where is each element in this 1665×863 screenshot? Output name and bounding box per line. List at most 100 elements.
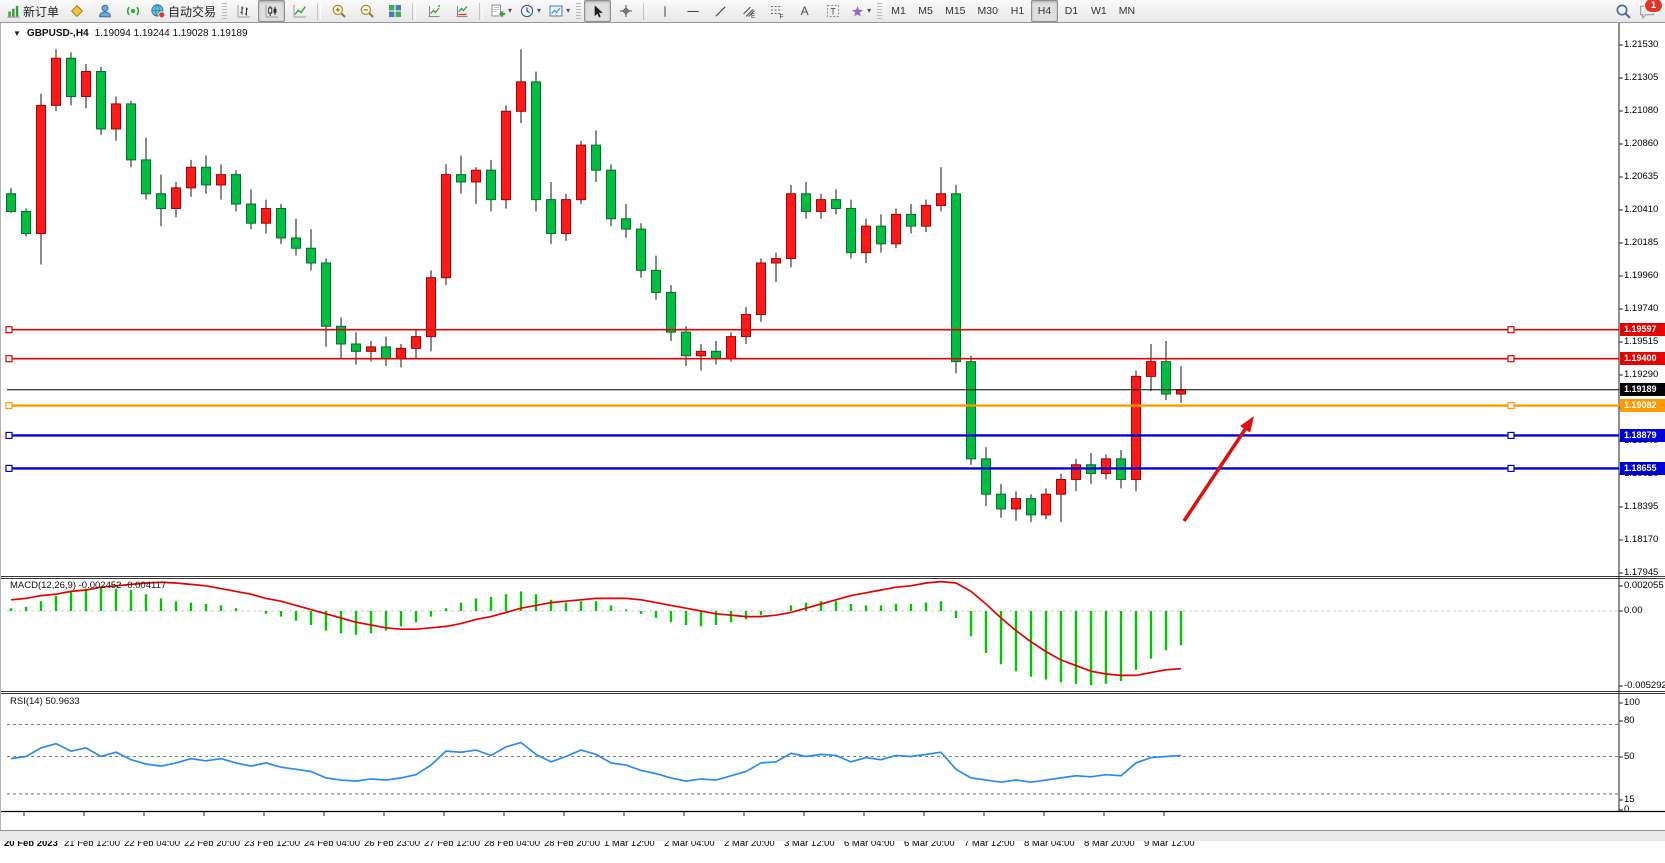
price-badge: 1.19597: [1620, 323, 1665, 336]
notification-badge: 1: [1645, 0, 1662, 12]
price-badge: 1.18655: [1620, 462, 1665, 475]
market-watch-button[interactable]: [63, 0, 90, 22]
bar-chart-button[interactable]: [230, 0, 257, 22]
timeframe-label: D1: [1062, 5, 1081, 17]
toolbar-separator: [643, 3, 647, 20]
text-label-tool-button[interactable]: T: [819, 0, 846, 22]
price-badge: 1.19189: [1620, 383, 1665, 396]
toolbar-separator: [317, 3, 321, 20]
line-chart-button[interactable]: [286, 0, 313, 22]
svg-text:F: F: [779, 14, 783, 20]
chart-symbol-period: GBPUSD-,H4: [27, 28, 89, 39]
trendline-tool-button[interactable]: [707, 0, 734, 22]
timeframe-button-d1[interactable]: D1: [1058, 0, 1085, 22]
profile-button[interactable]: [91, 0, 118, 22]
bar-chart-icon: [236, 3, 252, 19]
price-axis-label: 1.20635: [1624, 171, 1658, 182]
vertical-line-tool-button[interactable]: [651, 0, 678, 22]
main-toolbar: 新订单 自动交易 ▾ ▾: [0, 0, 1665, 23]
chart-window[interactable]: ▼ GBPUSD-,H4 1.19094 1.19244 1.19028 1.1…: [0, 23, 1665, 830]
timeframe-button-mn[interactable]: MN: [1113, 0, 1141, 22]
macd-scale-label: 0.002055: [1624, 580, 1664, 591]
price-badge: 1.19082: [1620, 399, 1665, 412]
signal-icon: [125, 3, 141, 19]
timeframe-label: H4: [1035, 5, 1054, 17]
indicator-subwindow-button[interactable]: [448, 0, 475, 22]
chart-ohlc-values: 1.19094 1.19244 1.19028 1.19189: [95, 28, 248, 39]
timeframe-button-h1[interactable]: H1: [1004, 0, 1031, 22]
tile-windows-button[interactable]: [381, 0, 408, 22]
crosshair-tool-button[interactable]: [612, 0, 639, 22]
timeframe-label: M30: [975, 5, 1001, 17]
signal-button[interactable]: [119, 0, 146, 22]
price-axis-label: 1.21080: [1624, 105, 1658, 116]
chart-title: ▼ GBPUSD-,H4 1.19094 1.19244 1.19028 1.1…: [13, 28, 248, 39]
autotrade-icon: [150, 3, 166, 19]
indicator-window-button[interactable]: [420, 0, 447, 22]
zoom-out-button[interactable]: [353, 0, 380, 22]
horizontal-line-tool-button[interactable]: [679, 0, 706, 22]
new-order-icon: [6, 4, 21, 19]
timeframe-button-m5[interactable]: M5: [912, 0, 939, 22]
price-axis-label: 1.18395: [1624, 501, 1658, 512]
period-clock-button[interactable]: ▾: [516, 0, 544, 22]
chat-button[interactable]: 1: [1638, 3, 1656, 20]
price-axis-label: 1.20185: [1624, 237, 1658, 248]
add-indicator-icon: [490, 3, 506, 19]
timeframe-button-m30[interactable]: M30: [972, 0, 1004, 22]
fibonacci-tool-button[interactable]: F: [763, 0, 790, 22]
template-icon: [548, 3, 564, 19]
dropdown-caret-icon: ▾: [537, 7, 541, 15]
profile-icon: [97, 3, 113, 19]
timeframe-label: W1: [1088, 5, 1110, 17]
market-watch-icon: [69, 3, 85, 19]
new-order-label: 新订单: [23, 3, 59, 20]
macd-scale-label: 0.00: [1624, 605, 1643, 616]
rsi-indicator-label: RSI(14) 50.9633: [10, 696, 80, 707]
price-axis-label: 1.20410: [1624, 204, 1658, 215]
svg-text:E: E: [751, 13, 756, 19]
search-icon[interactable]: [1615, 3, 1632, 20]
indicator-subwindow-icon: [454, 3, 470, 19]
add-indicator-button[interactable]: ▾: [487, 0, 515, 22]
equidistant-channel-tool-button[interactable]: E: [735, 0, 762, 22]
template-button[interactable]: ▾: [545, 0, 573, 22]
timeframe-label: M1: [888, 5, 909, 17]
indicator-window-icon: [426, 3, 442, 19]
autotrade-button[interactable]: 自动交易: [147, 0, 219, 22]
zoom-in-button[interactable]: [325, 0, 352, 22]
candle-chart-button[interactable]: [258, 0, 285, 22]
price-axis-label: 1.19515: [1624, 336, 1658, 347]
arrows-shapes-icon: [850, 4, 865, 19]
timeframe-button-w1[interactable]: W1: [1085, 0, 1113, 22]
price-axis-label: 1.19290: [1624, 369, 1658, 380]
timeframe-button-m15[interactable]: M15: [939, 0, 971, 22]
tile-windows-icon: [387, 3, 403, 19]
crosshair-icon: [618, 3, 634, 19]
zoom-in-icon: [331, 3, 347, 19]
equidistant-channel-icon: E: [741, 3, 757, 19]
chart-dropdown-icon[interactable]: ▼: [13, 29, 21, 38]
arrows-tool-button[interactable]: ▾: [847, 0, 874, 22]
dropdown-caret-icon: ▾: [566, 7, 570, 15]
price-axis-label: 1.17945: [1624, 567, 1658, 578]
timeframe-label: H1: [1008, 5, 1027, 17]
line-chart-icon: [292, 3, 308, 19]
dropdown-caret-icon: ▾: [867, 7, 871, 15]
timeframe-label: M15: [942, 5, 968, 17]
toolbar-grip: [877, 3, 882, 20]
horizontal-line-icon: [685, 4, 701, 19]
trendline-icon: [713, 4, 728, 19]
window-bottom-edge: [0, 830, 1665, 841]
timeframe-button-h4[interactable]: H4: [1031, 0, 1058, 22]
chart-canvas[interactable]: [1, 23, 1665, 863]
price-axis-label: 1.19960: [1624, 270, 1658, 281]
rsi-scale-label: 80: [1624, 715, 1635, 726]
timeframe-button-m1[interactable]: M1: [885, 0, 912, 22]
cursor-tool-button[interactable]: [584, 0, 611, 22]
clock-icon: [519, 3, 535, 19]
price-badge: 1.19400: [1620, 352, 1665, 365]
new-order-button[interactable]: 新订单: [3, 0, 62, 22]
toolbar-grip: [576, 3, 581, 20]
text-tool-button[interactable]: A: [791, 0, 818, 22]
